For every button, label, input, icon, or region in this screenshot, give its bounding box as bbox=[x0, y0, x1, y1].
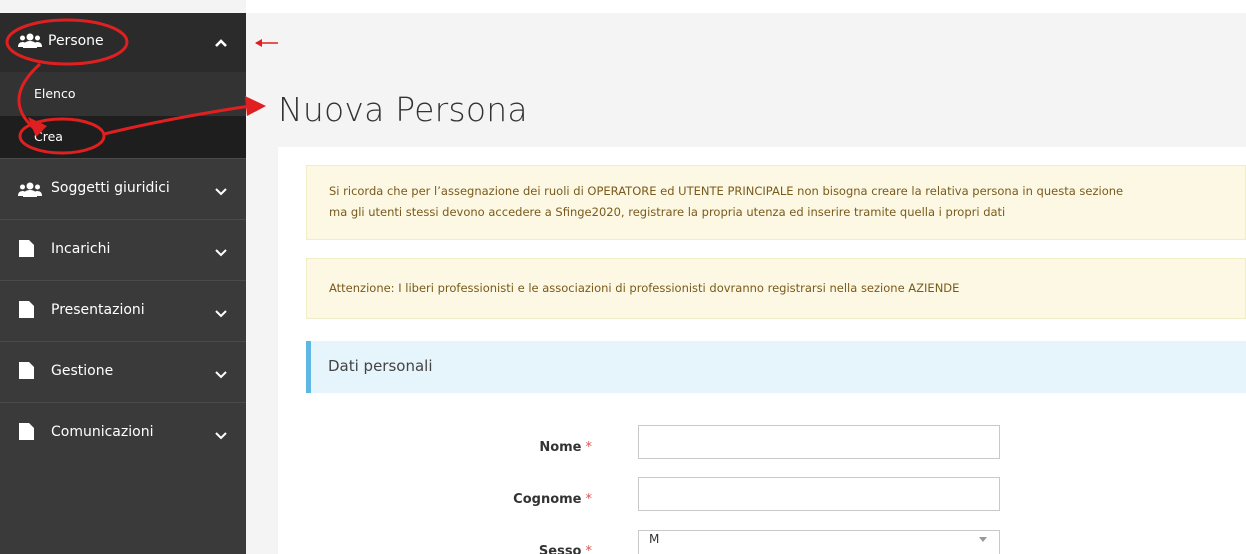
document-icon bbox=[19, 301, 34, 318]
sidebar-item-presentazioni[interactable]: Presentazioni bbox=[0, 280, 246, 341]
required-marker: * bbox=[585, 544, 593, 554]
nome-label: Nome * bbox=[392, 440, 592, 455]
users-icon bbox=[18, 182, 42, 197]
warning-alert: Attenzione: I liberi professionisti e le… bbox=[306, 258, 1246, 319]
submenu-item-crea[interactable]: Crea bbox=[0, 116, 246, 158]
submenu-label: Crea bbox=[34, 129, 63, 144]
cognome-label: Cognome * bbox=[392, 492, 592, 507]
top-bar bbox=[246, 0, 1246, 13]
sidebar-item-label: Soggetti giuridici bbox=[51, 180, 170, 196]
alert-line: ma gli utenti stessi devono accedere a S… bbox=[329, 205, 1006, 219]
sidebar: Persone Elenco Crea Soggetti giuridici I… bbox=[0, 13, 246, 554]
sesso-label-text: Sesso bbox=[538, 544, 582, 554]
dropdown-caret-icon bbox=[979, 537, 987, 542]
chevron-down-icon[interactable] bbox=[214, 245, 228, 259]
sidebar-item-label: Persone bbox=[48, 33, 104, 49]
sidebar-item-comunicazioni[interactable]: Comunicazioni bbox=[0, 402, 246, 463]
submenu-item-elenco[interactable]: Elenco bbox=[0, 72, 246, 116]
nome-input[interactable] bbox=[638, 425, 1000, 459]
chevron-down-icon[interactable] bbox=[214, 367, 228, 381]
sesso-selected-value: M bbox=[649, 532, 660, 546]
sesso-label: Sesso * bbox=[392, 544, 592, 554]
sidebar-item-label: Presentazioni bbox=[51, 302, 145, 318]
page-title: Nuova Persona bbox=[278, 90, 528, 129]
cognome-label-text: Cognome bbox=[513, 492, 582, 507]
sidebar-item-incarichi[interactable]: Incarichi bbox=[0, 219, 246, 280]
required-marker: * bbox=[585, 492, 593, 507]
cognome-input[interactable] bbox=[638, 477, 1000, 511]
submenu-label: Elenco bbox=[34, 86, 76, 101]
document-icon bbox=[19, 240, 34, 257]
chevron-down-icon[interactable] bbox=[214, 306, 228, 320]
document-icon bbox=[19, 362, 34, 379]
main-content: Nuova Persona Si ricorda che per l’asseg… bbox=[246, 0, 1246, 554]
sidebar-item-label: Gestione bbox=[51, 363, 114, 379]
section-title: Dati personali bbox=[328, 357, 433, 375]
chevron-down-icon[interactable] bbox=[214, 184, 228, 198]
sidebar-item-persone[interactable]: Persone bbox=[0, 13, 246, 72]
section-header-dati-personali: Dati personali bbox=[306, 341, 1246, 393]
info-alert: Si ricorda che per l’assegnazione dei ru… bbox=[306, 165, 1246, 240]
required-marker: * bbox=[585, 440, 593, 455]
document-icon bbox=[19, 423, 34, 440]
chevron-up-icon[interactable] bbox=[214, 36, 228, 50]
alert-line: Si ricorda che per l’assegnazione dei ru… bbox=[329, 184, 1124, 198]
sidebar-item-soggetti-giuridici[interactable]: Soggetti giuridici bbox=[0, 158, 246, 219]
form-panel: Si ricorda che per l’assegnazione dei ru… bbox=[278, 147, 1246, 554]
users-icon bbox=[18, 33, 42, 48]
sesso-select[interactable]: M bbox=[638, 530, 1000, 554]
chevron-down-icon[interactable] bbox=[214, 428, 228, 442]
sidebar-item-gestione[interactable]: Gestione bbox=[0, 341, 246, 402]
sidebar-item-label: Incarichi bbox=[51, 241, 111, 257]
sidebar-item-label: Comunicazioni bbox=[51, 424, 154, 440]
nome-label-text: Nome bbox=[539, 440, 582, 455]
